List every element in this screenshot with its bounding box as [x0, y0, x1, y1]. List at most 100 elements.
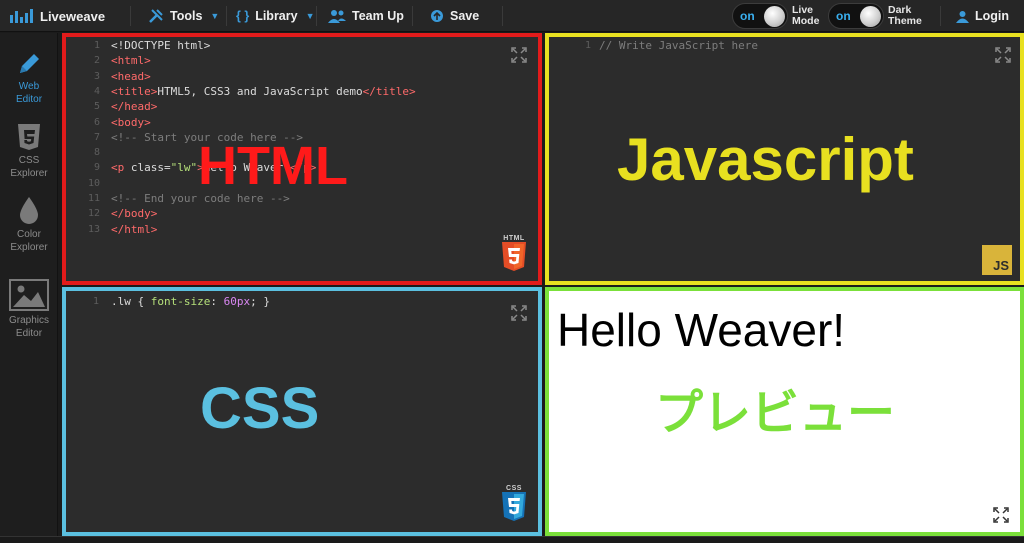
- css3-icon: [18, 124, 40, 150]
- top-bar: Liveweave Tools ▼ { } Library ▼ Team Up …: [0, 0, 1024, 32]
- line-number: 2: [93, 55, 100, 67]
- team-icon: [328, 10, 346, 23]
- expand-icon[interactable]: [511, 305, 527, 321]
- code-token: <p: [111, 161, 131, 175]
- save-label: Save: [450, 9, 480, 23]
- sidebar-label-line1: Graphics: [8, 315, 49, 326]
- sidebar-label-line2: Editor: [15, 94, 43, 105]
- dark-theme-state: on: [836, 9, 851, 23]
- code-token: HTML5, CSS3 and JavaScript demo: [157, 84, 363, 98]
- code-token: <head>: [111, 69, 151, 83]
- dark-theme-label-line2: Theme: [888, 15, 922, 27]
- save-button[interactable]: Save: [430, 0, 479, 32]
- team-up-label: Team Up: [352, 9, 404, 23]
- line-number: 11: [87, 193, 100, 204]
- sidebar-label-line1: CSS: [18, 155, 40, 166]
- preview-panel[interactable]: Hello Weaver! プレビュー: [545, 287, 1024, 536]
- line-number: 4: [93, 85, 100, 97]
- user-icon: [956, 10, 969, 23]
- expand-icon[interactable]: [995, 47, 1011, 63]
- css-end: ; }: [250, 295, 270, 308]
- html-panel-label: HTML: [198, 136, 348, 196]
- sidebar-label-line1: Color: [17, 229, 41, 240]
- drop-icon: [20, 197, 38, 224]
- divider: [940, 6, 941, 26]
- logo[interactable]: Liveweave: [10, 0, 105, 32]
- sidebar-item-web-editor[interactable]: Web Editor: [0, 51, 58, 106]
- code-line[interactable]: .lw { font-size: 60px; }: [111, 295, 270, 308]
- login-label: Login: [975, 9, 1010, 23]
- code-line[interactable]: <title>HTML5, CSS3 and JavaScript demo</…: [111, 85, 416, 98]
- code-line[interactable]: </head>: [111, 100, 157, 113]
- html-editor-panel[interactable]: 1 2 3 4 5 6 7 8 9 10 11 12 13 <!DOCTYPE html> <html> <h…: [62, 33, 542, 285]
- line-number: 8: [93, 147, 100, 159]
- sidebar-item-label: CSS Explorer: [10, 154, 47, 180]
- expand-icon[interactable]: [511, 47, 527, 63]
- sidebar-item-color-explorer[interactable]: Color Explorer: [0, 195, 58, 254]
- dark-theme-toggle[interactable]: on: [828, 3, 884, 29]
- line-number: 10: [87, 177, 100, 189]
- team-up-button[interactable]: Team Up: [328, 0, 404, 32]
- tools-menu[interactable]: Tools ▼: [148, 0, 219, 32]
- sidebar-item-label: Color Explorer: [10, 228, 47, 254]
- divider: [412, 6, 413, 26]
- sidebar-label-line2: Editor: [15, 328, 43, 339]
- save-icon: [431, 10, 443, 22]
- js-panel-label: Javascript: [617, 126, 914, 193]
- image-icon: [9, 279, 49, 311]
- code-line[interactable]: <body>: [111, 116, 151, 129]
- live-mode-label: Live Mode: [792, 5, 819, 27]
- line-number: 7: [93, 131, 100, 143]
- code-line[interactable]: </body>: [111, 207, 157, 220]
- line-number: 9: [93, 162, 100, 174]
- line-number: 1: [93, 40, 100, 51]
- tools-icon: [149, 9, 163, 23]
- code-token: <html>: [111, 54, 151, 68]
- logo-text: Liveweave: [40, 8, 106, 24]
- divider: [502, 6, 503, 26]
- tools-label: Tools: [170, 9, 203, 23]
- js-editor-panel[interactable]: 1 // Write JavaScript here JS Javascript: [545, 33, 1024, 285]
- live-mode-toggle[interactable]: on: [732, 3, 788, 29]
- css-editor-panel[interactable]: 1 .lw { font-size: 60px; } CSS CSS: [62, 287, 542, 536]
- sidebar: Web Editor CSS Explorer Color Explorer G…: [0, 33, 58, 536]
- live-mode-state: on: [740, 9, 755, 23]
- code-token: class=: [130, 161, 171, 175]
- braces-icon: { }: [236, 9, 250, 23]
- css3-icon: [502, 492, 526, 521]
- css3-badge-label: CSS: [506, 485, 522, 492]
- sidebar-item-graphics-editor[interactable]: Graphics Editor: [0, 279, 58, 340]
- toggle-knob: [860, 6, 881, 27]
- line-number: 1: [584, 40, 591, 51]
- code-line[interactable]: <head>: [111, 70, 151, 83]
- css-value: 60px: [223, 295, 251, 308]
- expand-icon[interactable]: [993, 507, 1009, 523]
- library-label: Library: [255, 9, 298, 23]
- line-number: 5: [93, 101, 100, 113]
- divider: [316, 6, 317, 26]
- preview-output: Hello Weaver!: [557, 304, 846, 356]
- line-number: 12: [87, 208, 100, 220]
- sidebar-item-css-explorer[interactable]: CSS Explorer: [0, 123, 58, 180]
- chevron-down-icon: ▼: [305, 11, 315, 21]
- library-menu[interactable]: { } Library ▼: [236, 0, 315, 32]
- login-button[interactable]: Login: [956, 0, 1009, 32]
- dark-theme-label: Dark Theme: [888, 5, 922, 27]
- preview-panel-label: プレビュー: [655, 387, 896, 440]
- code-token: <!DOCTYPE html>: [111, 39, 211, 52]
- html5-badge: HTML: [500, 235, 528, 273]
- code-line[interactable]: // Write JavaScript here: [599, 39, 758, 52]
- code-token: "lw": [170, 161, 198, 175]
- code-line[interactable]: <!DOCTYPE html>: [111, 39, 210, 52]
- code-line[interactable]: <html>: [111, 54, 151, 67]
- css-panel-label: CSS: [200, 376, 320, 441]
- code-token: <body>: [111, 115, 151, 129]
- liveweave-logo-icon: [10, 9, 33, 23]
- sidebar-label-line2: Explorer: [10, 242, 48, 253]
- line-number: 3: [93, 70, 100, 82]
- code-token: </body>: [111, 207, 158, 221]
- sidebar-item-label: Graphics Editor: [9, 314, 49, 340]
- code-token: <title>: [111, 84, 158, 98]
- code-line[interactable]: </html>: [111, 223, 157, 236]
- js-badge-label: JS: [993, 258, 1009, 273]
